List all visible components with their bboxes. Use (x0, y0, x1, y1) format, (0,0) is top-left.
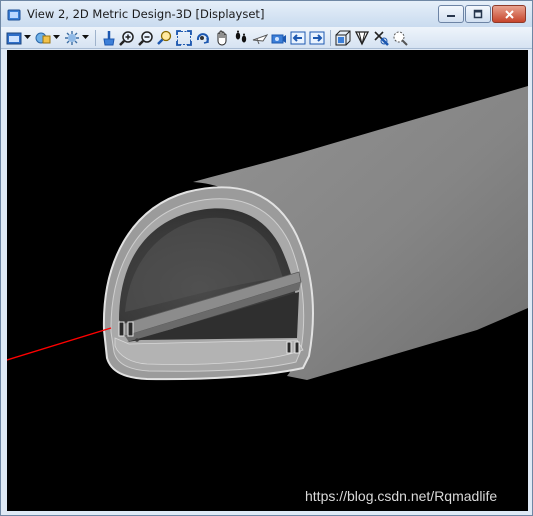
toolbar-separator (330, 29, 331, 46)
3d-viewport[interactable]: https://blog.csdn.net/Rqmadlife (7, 50, 528, 511)
title-bar[interactable]: View 2, 2D Metric Design-3D [Displayset] (1, 1, 532, 27)
cable-duct (135, 338, 139, 342)
close-button[interactable] (492, 5, 526, 23)
dropdown-arrow-icon[interactable] (82, 29, 89, 46)
update-view-icon[interactable] (99, 29, 116, 46)
alignment-marker-line (7, 327, 112, 361)
fit-view-icon[interactable] (175, 29, 192, 46)
window-area-icon[interactable] (156, 29, 173, 46)
view-toolbar (1, 27, 532, 49)
rotate-view-icon[interactable] (194, 29, 211, 46)
render-icon[interactable] (63, 29, 80, 46)
copy-view-icon[interactable] (372, 29, 389, 46)
minimize-icon (447, 15, 455, 17)
view-attributes-icon[interactable] (5, 29, 22, 46)
pan-view-icon[interactable] (213, 29, 230, 46)
tunnel-model-view (7, 86, 528, 381)
restore-icon (473, 9, 483, 19)
fly-icon[interactable] (251, 29, 268, 46)
clip-volume-icon[interactable] (334, 29, 351, 46)
previous-view-icon[interactable] (289, 29, 306, 46)
display-style-icon[interactable] (34, 29, 51, 46)
view-window-icon (7, 7, 21, 21)
watermark-text: https://blog.csdn.net/Rqmadlife (305, 488, 498, 504)
walk-icon[interactable] (232, 29, 249, 46)
next-view-icon[interactable] (308, 29, 325, 46)
camera-icon[interactable] (270, 29, 287, 46)
caption-buttons (438, 5, 526, 23)
view-window: View 2, 2D Metric Design-3D [Displayset] (0, 0, 533, 516)
dropdown-arrow-icon[interactable] (53, 29, 60, 46)
zoom-in-icon[interactable] (118, 29, 135, 46)
close-icon (504, 9, 514, 19)
zoom-out-icon[interactable] (137, 29, 154, 46)
dropdown-arrow-icon[interactable] (24, 29, 31, 46)
view-settings-icon[interactable] (391, 29, 408, 46)
window-title: View 2, 2D Metric Design-3D [Displayset] (27, 7, 265, 21)
maximize-button[interactable] (465, 5, 491, 23)
minimize-button[interactable] (438, 5, 464, 23)
toolbar-separator (95, 29, 96, 46)
clip-mask-icon[interactable] (353, 29, 370, 46)
